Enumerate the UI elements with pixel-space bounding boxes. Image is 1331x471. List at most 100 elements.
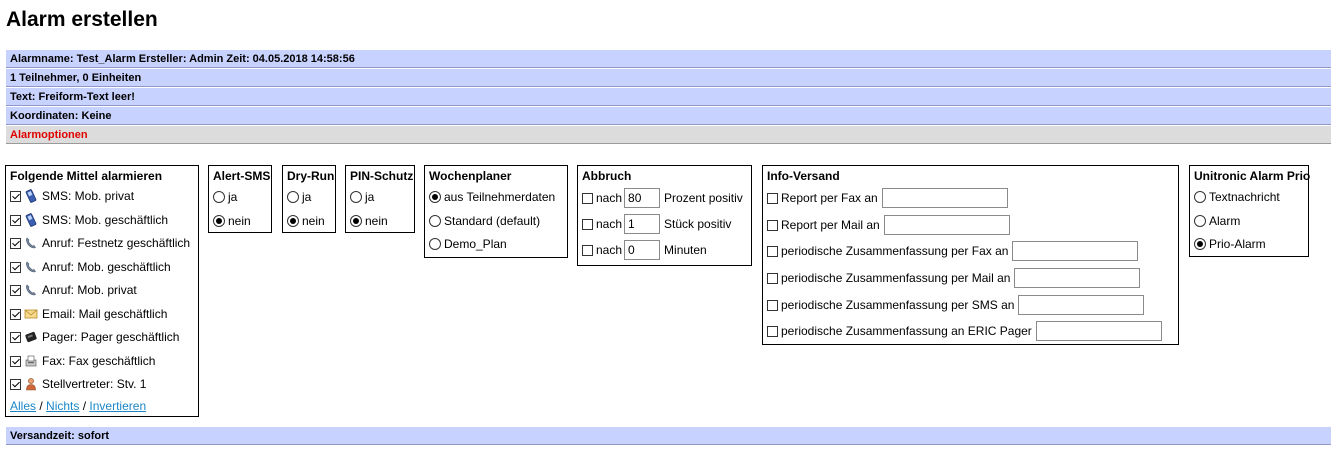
pin-schutz-no-radio[interactable] — [350, 215, 362, 227]
mittel-label: SMS: Mob. privat — [42, 189, 135, 203]
dry-run-no-radio[interactable] — [287, 215, 299, 227]
info-versand-checkbox[interactable] — [767, 245, 778, 257]
mittel-checkbox[interactable] — [10, 190, 21, 202]
info-versand-row: periodische Zusammenfassung an ERIC Page… — [767, 321, 1162, 341]
wochenplaner-option-label: Standard (default) — [444, 214, 541, 228]
prio-option-textnachricht[interactable]: Textnachricht — [1194, 187, 1280, 207]
invert-selection-link[interactable]: Invertieren — [89, 399, 146, 413]
alert-sms-no-label: nein — [228, 214, 251, 228]
prio-radio[interactable] — [1194, 238, 1206, 250]
participants-bar: 1 Teilnehmer, 0 Einheiten — [6, 69, 1331, 87]
wochenplaner-panel: Wochenplaner aus Teilnehmerdaten Standar… — [424, 165, 568, 258]
mittel-checkbox[interactable] — [10, 308, 21, 320]
abbruch-checkbox[interactable] — [582, 192, 593, 204]
mittel-checkbox[interactable] — [10, 378, 21, 390]
mittel-label: Anruf: Festnetz geschäftlich — [42, 236, 191, 250]
pin-schutz-title: PIN-Schutz — [350, 169, 414, 183]
prio-panel: Unitronic Alarm Prio Textnachricht Alarm… — [1189, 165, 1310, 257]
mittel-checkbox[interactable] — [10, 355, 21, 367]
alert-sms-no-option[interactable]: nein — [213, 211, 251, 231]
mittel-label: SMS: Mob. geschäftlich — [42, 213, 169, 227]
mittel-item: Anruf: Festnetz geschäftlich — [10, 233, 190, 253]
phone-handset-icon — [24, 260, 38, 274]
mittel-label: Pager: Pager geschäftlich — [42, 330, 180, 344]
mittel-checkbox[interactable] — [10, 237, 21, 249]
mobile-phone-icon — [24, 213, 38, 227]
abbruch-count-input[interactable]: 1 — [624, 214, 661, 234]
mittel-label: Anruf: Mob. privat — [42, 283, 137, 297]
wochenplaner-option-standard[interactable]: Standard (default) — [429, 211, 540, 231]
info-versand-label: periodische Zusammenfassung an ERIC Page… — [781, 324, 1032, 338]
mittel-checkbox[interactable] — [10, 261, 21, 273]
info-versand-label: Report per Fax an — [781, 191, 878, 205]
pin-schutz-no-option[interactable]: nein — [350, 211, 388, 231]
wochenplaner-title: Wochenplaner — [429, 169, 512, 183]
dry-run-yes-option[interactable]: ja — [287, 187, 311, 207]
mittel-item: Email: Mail geschäftlich — [10, 304, 167, 324]
abbruch-row: nach 0 Minuten — [582, 240, 707, 260]
dry-run-no-label: nein — [302, 214, 325, 228]
select-all-link[interactable]: Alles — [10, 399, 36, 413]
page-title: Alarm erstellen — [6, 8, 158, 31]
info-versand-checkbox[interactable] — [767, 219, 778, 231]
info-versand-label: periodische Zusammenfassung per SMS an — [781, 298, 1015, 312]
abbruch-checkbox[interactable] — [582, 244, 593, 256]
mittel-label: Anruf: Mob. geschäftlich — [42, 260, 171, 274]
abbruch-prefix: nach — [596, 243, 623, 257]
prio-option-prio-alarm[interactable]: Prio-Alarm — [1194, 234, 1266, 254]
dry-run-yes-radio[interactable] — [287, 191, 299, 203]
abbruch-suffix: Stück positiv — [664, 217, 732, 231]
alert-sms-yes-label: ja — [228, 190, 238, 204]
mittel-select-links: Alles / Nichts / Invertieren — [10, 398, 146, 414]
person-icon — [24, 377, 38, 391]
mobile-phone-icon — [24, 189, 38, 203]
mittel-checkbox[interactable] — [10, 284, 21, 296]
mittel-label: Fax: Fax geschäftlich — [42, 354, 156, 368]
summary-mail-input[interactable] — [1014, 268, 1141, 288]
info-versand-checkbox[interactable] — [767, 192, 778, 204]
summary-fax-input[interactable] — [1012, 241, 1139, 261]
report-mail-input[interactable] — [883, 215, 1010, 235]
info-versand-checkbox[interactable] — [767, 325, 778, 337]
info-versand-checkbox[interactable] — [767, 299, 778, 311]
abbruch-panel: Abbruch nach 80 Prozent positiv nach 1 S… — [577, 165, 752, 266]
fax-icon — [24, 354, 38, 368]
alert-sms-yes-radio[interactable] — [213, 191, 225, 203]
dry-run-no-option[interactable]: nein — [287, 211, 325, 231]
mittel-label: Stellvertreter: Stv. 1 — [42, 377, 147, 391]
abbruch-checkbox[interactable] — [582, 218, 593, 230]
text-bar: Text: Freiform-Text leer! — [6, 88, 1331, 106]
mittel-checkbox[interactable] — [10, 214, 21, 226]
info-versand-title: Info-Versand — [767, 169, 840, 183]
pin-schutz-yes-radio[interactable] — [350, 191, 362, 203]
wochenplaner-radio[interactable] — [429, 238, 441, 250]
abbruch-title: Abbruch — [582, 169, 632, 183]
alert-sms-title: Alert-SMS — [213, 169, 271, 183]
mittel-item: SMS: Mob. privat — [10, 186, 134, 206]
link-separator: / — [82, 399, 87, 413]
info-versand-checkbox[interactable] — [767, 272, 778, 284]
summary-sms-input[interactable] — [1018, 295, 1145, 315]
alarm-options-bar[interactable]: Alarmoptionen — [6, 126, 1331, 144]
mittel-checkbox[interactable] — [10, 331, 21, 343]
select-none-link[interactable]: Nichts — [46, 399, 79, 413]
prio-option-alarm[interactable]: Alarm — [1194, 211, 1240, 231]
info-versand-row: Report per Mail an — [767, 215, 1010, 235]
wochenplaner-radio[interactable] — [429, 215, 441, 227]
pin-schutz-panel: PIN-Schutz ja nein — [345, 165, 415, 233]
prio-radio[interactable] — [1194, 215, 1206, 227]
wochenplaner-option-teilnehmerdaten[interactable]: aus Teilnehmerdaten — [429, 187, 555, 207]
abbruch-percent-input[interactable]: 80 — [624, 188, 661, 208]
alert-sms-yes-option[interactable]: ja — [213, 187, 237, 207]
prio-option-label: Alarm — [1209, 214, 1241, 228]
prio-radio[interactable] — [1194, 191, 1206, 203]
pin-schutz-yes-option[interactable]: ja — [350, 187, 374, 207]
report-fax-input[interactable] — [881, 188, 1008, 208]
alert-sms-no-radio[interactable] — [213, 215, 225, 227]
abbruch-minutes-input[interactable]: 0 — [624, 240, 661, 260]
summary-eric-pager-input[interactable] — [1035, 321, 1162, 341]
wochenplaner-radio[interactable] — [429, 191, 441, 203]
info-versand-row: periodische Zusammenfassung per Fax an — [767, 241, 1139, 261]
wochenplaner-option-demo-plan[interactable]: Demo_Plan — [429, 234, 507, 254]
dry-run-yes-label: ja — [302, 190, 312, 204]
